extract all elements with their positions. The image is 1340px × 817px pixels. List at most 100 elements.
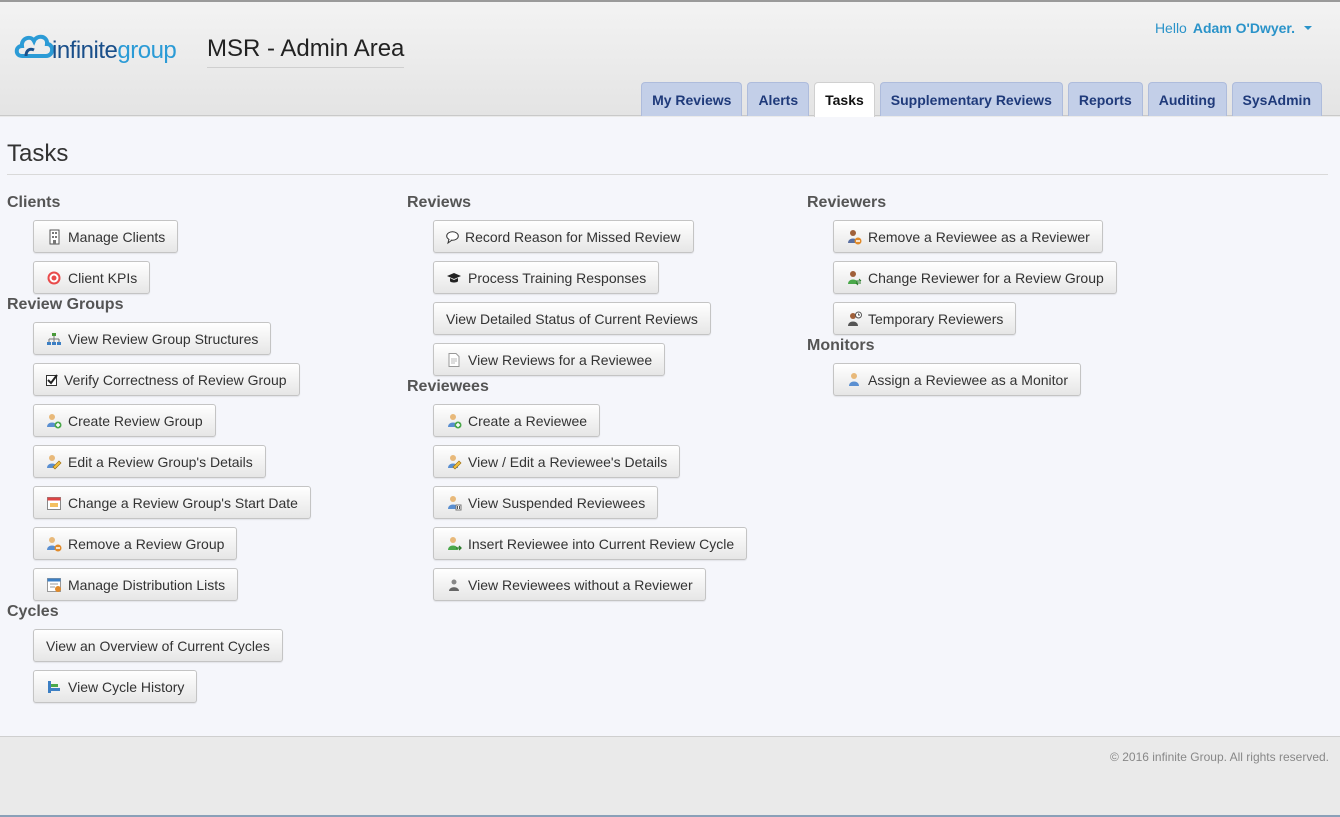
tab-auditing[interactable]: Auditing — [1147, 82, 1227, 116]
create-review-group-button[interactable]: Create Review Group — [33, 404, 216, 437]
view-overview-current-cycles-button[interactable]: View an Overview of Current Cycles — [33, 629, 283, 662]
section-title-review-groups: Review Groups — [7, 296, 124, 313]
button-label: Manage Distribution Lists — [68, 576, 226, 593]
main-content: Tasks Clients Manage Clients Client KPIs… — [0, 117, 1340, 737]
user-change-icon — [846, 270, 862, 286]
user-edit-icon — [446, 454, 462, 470]
section-title-clients: Clients — [7, 194, 61, 211]
target-icon — [46, 270, 62, 286]
group-edit-icon — [46, 454, 62, 470]
remove-reviewee-as-reviewer-button[interactable]: Remove a Reviewee as a Reviewer — [833, 220, 1103, 253]
button-label: View Detailed Status of Current Reviews — [446, 310, 698, 327]
button-label: Create a Reviewee — [468, 412, 588, 429]
history-chart-icon — [46, 679, 62, 695]
user-remove-icon — [846, 229, 862, 245]
view-edit-reviewee-details-button[interactable]: View / Edit a Reviewee's Details — [433, 445, 681, 478]
button-label: Temporary Reviewers — [868, 310, 1004, 327]
button-label: Create Review Group — [68, 412, 203, 429]
tab-tasks[interactable]: Tasks — [814, 82, 875, 117]
checkbox-icon — [46, 372, 58, 388]
button-label: Remove a Review Group — [68, 535, 225, 552]
button-label: Process Training Responses — [468, 269, 647, 286]
user-monitor-icon — [846, 372, 862, 388]
tab-my-reviews[interactable]: My Reviews — [641, 82, 743, 116]
section-title-reviews: Reviews — [407, 194, 472, 211]
document-icon — [446, 352, 462, 368]
button-label: View Review Group Structures — [68, 330, 259, 347]
button-label: Remove a Reviewee as a Reviewer — [868, 228, 1090, 245]
button-label: Change Reviewer for a Review Group — [868, 269, 1104, 286]
section-title-reviewees: Reviewees — [407, 378, 489, 395]
view-reviews-for-reviewee-button[interactable]: View Reviews for a Reviewee — [433, 343, 666, 376]
column-right: Reviewers Remove a Reviewee as a Reviewe… — [807, 194, 1187, 398]
copyright-text: © 2016 infinite Group. All rights reserv… — [1110, 750, 1329, 764]
button-label: Insert Reviewee into Current Review Cycl… — [468, 535, 735, 552]
view-review-group-structures-button[interactable]: View Review Group Structures — [33, 322, 272, 355]
record-reason-missed-review-button[interactable]: Record Reason for Missed Review — [433, 220, 694, 253]
page-title: Tasks — [7, 140, 1328, 175]
main-nav-tabs: My Reviews Alerts Tasks Supplementary Re… — [641, 82, 1322, 117]
button-label: Verify Correctness of Review Group — [64, 371, 287, 388]
tab-alerts[interactable]: Alerts — [747, 82, 810, 116]
cloud-logo-icon — [14, 34, 55, 58]
section-title-cycles: Cycles — [7, 603, 59, 620]
manage-distribution-lists-button[interactable]: Manage Distribution Lists — [33, 568, 239, 601]
user-menu[interactable]: Hello Adam O'Dwyer. — [1155, 20, 1312, 36]
button-label: View an Overview of Current Cycles — [46, 637, 270, 654]
change-start-date-button[interactable]: Change a Review Group's Start Date — [33, 486, 311, 519]
verify-correctness-button[interactable]: Verify Correctness of Review Group — [33, 363, 300, 396]
view-reviewees-without-reviewer-button[interactable]: View Reviewees without a Reviewer — [433, 568, 706, 601]
button-label: View Cycle History — [68, 678, 185, 695]
footer: © 2016 infinite Group. All rights reserv… — [0, 737, 1340, 817]
org-chart-icon — [46, 331, 62, 347]
create-reviewee-button[interactable]: Create a Reviewee — [433, 404, 601, 437]
user-alone-icon — [446, 577, 462, 593]
button-label: Change a Review Group's Start Date — [68, 494, 298, 511]
user-name: Adam O'Dwyer. — [1192, 20, 1295, 36]
button-label: Client KPIs — [68, 269, 138, 286]
group-add-icon — [46, 413, 62, 429]
view-suspended-reviewees-button[interactable]: View Suspended Reviewees — [433, 486, 659, 519]
user-suspended-icon — [446, 495, 462, 511]
tab-sysadmin[interactable]: SysAdmin — [1231, 82, 1322, 116]
graduation-cap-icon — [446, 270, 462, 286]
client-kpis-button[interactable]: Client KPIs — [33, 261, 151, 294]
caret-down-icon — [1304, 26, 1312, 30]
tab-supplementary-reviews[interactable]: Supplementary Reviews — [879, 82, 1063, 116]
view-detailed-status-button[interactable]: View Detailed Status of Current Reviews — [433, 302, 711, 335]
logo-text: infinitegroup — [52, 37, 177, 64]
button-label: View / Edit a Reviewee's Details — [468, 453, 668, 470]
comment-icon — [446, 229, 459, 245]
user-insert-icon — [446, 536, 462, 552]
user-clock-icon — [846, 311, 862, 327]
section-title-monitors: Monitors — [807, 337, 875, 354]
view-cycle-history-button[interactable]: View Cycle History — [33, 670, 198, 703]
building-icon — [46, 229, 62, 245]
group-remove-icon — [46, 536, 62, 552]
assign-reviewee-as-monitor-button[interactable]: Assign a Reviewee as a Monitor — [833, 363, 1081, 396]
column-left: Clients Manage Clients Client KPIs Revie… — [7, 194, 387, 705]
process-training-responses-button[interactable]: Process Training Responses — [433, 261, 660, 294]
remove-review-group-button[interactable]: Remove a Review Group — [33, 527, 238, 560]
header: infinitegroup MSR - Admin Area Hello Ada… — [0, 2, 1340, 117]
list-users-icon — [46, 577, 62, 593]
button-label: View Suspended Reviewees — [468, 494, 646, 511]
infinite-group-logo[interactable]: infinitegroup — [12, 26, 177, 70]
temporary-reviewers-button[interactable]: Temporary Reviewers — [833, 302, 1017, 335]
tab-reports[interactable]: Reports — [1067, 82, 1143, 116]
section-title-reviewers: Reviewers — [807, 194, 887, 211]
button-label: Edit a Review Group's Details — [68, 453, 253, 470]
button-label: Assign a Reviewee as a Monitor — [868, 371, 1068, 388]
insert-reviewee-current-cycle-button[interactable]: Insert Reviewee into Current Review Cycl… — [433, 527, 748, 560]
button-label: Manage Clients — [68, 228, 166, 245]
button-label: View Reviewees without a Reviewer — [468, 576, 693, 593]
app-title: MSR - Admin Area — [207, 35, 405, 68]
user-greeting: Hello — [1154, 20, 1187, 36]
edit-review-group-details-button[interactable]: Edit a Review Group's Details — [33, 445, 266, 478]
calendar-icon — [46, 495, 62, 511]
change-reviewer-for-group-button[interactable]: Change Reviewer for a Review Group — [833, 261, 1117, 294]
user-add-icon — [446, 413, 462, 429]
button-label: Record Reason for Missed Review — [465, 228, 681, 245]
button-label: View Reviews for a Reviewee — [468, 351, 653, 368]
manage-clients-button[interactable]: Manage Clients — [33, 220, 179, 253]
